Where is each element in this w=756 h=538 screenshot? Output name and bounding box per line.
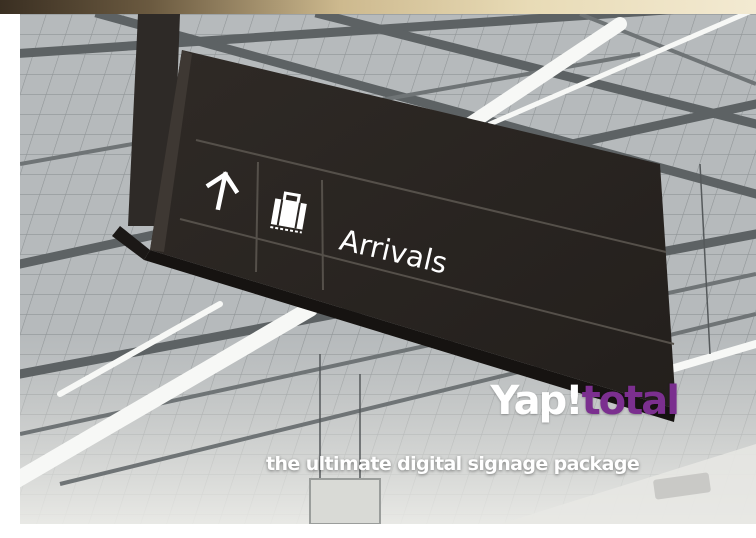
small-monitor <box>309 478 381 524</box>
brand-name-total: total <box>581 378 680 424</box>
advert-banner: Arrivals Yap!total the ultimate digital … <box>0 0 756 538</box>
brand-tagline: the ultimate digital signage package <box>266 453 640 475</box>
brand-name-yap: Yap! <box>490 378 583 424</box>
brand-logo: Yap!total <box>490 378 680 424</box>
photo-illustration: Arrivals <box>20 14 756 524</box>
airport-ceiling-photo: Arrivals <box>20 14 756 524</box>
top-photo-strip <box>0 0 756 14</box>
